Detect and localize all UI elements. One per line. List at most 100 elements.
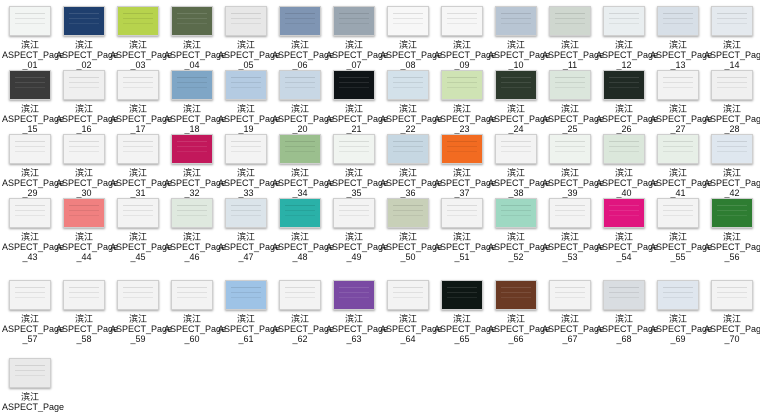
file-thumbnail[interactable]	[549, 280, 591, 310]
file-item[interactable]: 滨江 ASPECT_Page _66	[488, 276, 550, 344]
file-thumbnail[interactable]	[441, 6, 483, 36]
file-thumbnail[interactable]	[171, 6, 213, 36]
file-item[interactable]: 滨江 ASPECT_Page _61	[218, 276, 280, 344]
file-item[interactable]: 滨江 ASPECT_Page _16	[56, 66, 118, 134]
file-thumbnail[interactable]	[279, 280, 321, 310]
file-thumbnail[interactable]	[657, 198, 699, 228]
file-item[interactable]: 滨江 ASPECT_Page _39	[542, 130, 604, 198]
file-item[interactable]: 滨江 ASPECT_Page _37	[434, 130, 496, 198]
file-item[interactable]: 滨江 ASPECT_Page	[2, 354, 64, 412]
file-item[interactable]: 滨江 ASPECT_Page _47	[218, 194, 280, 262]
file-item[interactable]: 滨江 ASPECT_Page _13	[650, 2, 712, 70]
file-thumbnail[interactable]	[711, 198, 753, 228]
file-item[interactable]: 滨江 ASPECT_Page _62	[272, 276, 334, 344]
file-item[interactable]: 滨江 ASPECT_Page _45	[110, 194, 172, 262]
file-thumbnail[interactable]	[171, 70, 213, 100]
file-thumbnail[interactable]	[9, 134, 51, 164]
file-item[interactable]: 滨江 ASPECT_Page _52	[488, 194, 550, 262]
file-thumbnail[interactable]	[657, 6, 699, 36]
file-item[interactable]: 滨江 ASPECT_Page _04	[164, 2, 226, 70]
file-thumbnail[interactable]	[171, 134, 213, 164]
file-item[interactable]: 滨江 ASPECT_Page _65	[434, 276, 496, 344]
file-thumbnail[interactable]	[603, 70, 645, 100]
file-thumbnail[interactable]	[549, 198, 591, 228]
file-thumbnail[interactable]	[279, 198, 321, 228]
file-thumbnail[interactable]	[603, 280, 645, 310]
file-item[interactable]: 滨江 ASPECT_Page _35	[326, 130, 388, 198]
file-item[interactable]: 滨江 ASPECT_Page _18	[164, 66, 226, 134]
file-item[interactable]: 滨江 ASPECT_Page _67	[542, 276, 604, 344]
file-item[interactable]: 滨江 ASPECT_Page _69	[650, 276, 712, 344]
file-item[interactable]: 滨江 ASPECT_Page _46	[164, 194, 226, 262]
file-thumbnail[interactable]	[657, 134, 699, 164]
file-item[interactable]: 滨江 ASPECT_Page _19	[218, 66, 280, 134]
file-item[interactable]: 滨江 ASPECT_Page _14	[704, 2, 760, 70]
file-thumbnail[interactable]	[225, 280, 267, 310]
file-item[interactable]: 滨江 ASPECT_Page _22	[380, 66, 442, 134]
file-item[interactable]: 滨江 ASPECT_Page _57	[2, 276, 64, 344]
file-item[interactable]: 滨江 ASPECT_Page _38	[488, 130, 550, 198]
file-thumbnail[interactable]	[63, 6, 105, 36]
file-item[interactable]: 滨江 ASPECT_Page _64	[380, 276, 442, 344]
file-thumbnail[interactable]	[9, 198, 51, 228]
file-thumbnail[interactable]	[549, 134, 591, 164]
file-thumbnail[interactable]	[63, 70, 105, 100]
file-item[interactable]: 滨江 ASPECT_Page _31	[110, 130, 172, 198]
file-item[interactable]: 滨江 ASPECT_Page _48	[272, 194, 334, 262]
file-item[interactable]: 滨江 ASPECT_Page _10	[488, 2, 550, 70]
file-item[interactable]: 滨江 ASPECT_Page _01	[2, 2, 64, 70]
file-thumbnail[interactable]	[117, 6, 159, 36]
file-item[interactable]: 滨江 ASPECT_Page _25	[542, 66, 604, 134]
file-item[interactable]: 滨江 ASPECT_Page _49	[326, 194, 388, 262]
file-item[interactable]: 滨江 ASPECT_Page _11	[542, 2, 604, 70]
file-item[interactable]: 滨江 ASPECT_Page _58	[56, 276, 118, 344]
file-item[interactable]: 滨江 ASPECT_Page _53	[542, 194, 604, 262]
file-thumbnail[interactable]	[117, 280, 159, 310]
file-thumbnail[interactable]	[171, 198, 213, 228]
file-item[interactable]: 滨江 ASPECT_Page _70	[704, 276, 760, 344]
file-item[interactable]: 滨江 ASPECT_Page _56	[704, 194, 760, 262]
file-item[interactable]: 滨江 ASPECT_Page _06	[272, 2, 334, 70]
file-item[interactable]: 滨江 ASPECT_Page _02	[56, 2, 118, 70]
file-thumbnail[interactable]	[387, 280, 429, 310]
file-thumbnail[interactable]	[657, 70, 699, 100]
file-thumbnail[interactable]	[603, 134, 645, 164]
file-item[interactable]: 滨江 ASPECT_Page _20	[272, 66, 334, 134]
file-thumbnail[interactable]	[441, 198, 483, 228]
file-item[interactable]: 滨江 ASPECT_Page _55	[650, 194, 712, 262]
file-item[interactable]: 滨江 ASPECT_Page _68	[596, 276, 658, 344]
file-thumbnail[interactable]	[279, 70, 321, 100]
file-thumbnail[interactable]	[657, 280, 699, 310]
file-thumbnail[interactable]	[333, 280, 375, 310]
file-item[interactable]: 滨江 ASPECT_Page _42	[704, 130, 760, 198]
file-thumbnail[interactable]	[333, 70, 375, 100]
file-thumbnail[interactable]	[441, 134, 483, 164]
file-thumbnail[interactable]	[171, 280, 213, 310]
file-item[interactable]: 滨江 ASPECT_Page _59	[110, 276, 172, 344]
file-thumbnail[interactable]	[495, 70, 537, 100]
file-thumbnail[interactable]	[441, 280, 483, 310]
file-item[interactable]: 滨江 ASPECT_Page _40	[596, 130, 658, 198]
file-thumbnail[interactable]	[117, 134, 159, 164]
file-item[interactable]: 滨江 ASPECT_Page _29	[2, 130, 64, 198]
file-thumbnail[interactable]	[9, 70, 51, 100]
file-item[interactable]: 滨江 ASPECT_Page _09	[434, 2, 496, 70]
file-thumbnail[interactable]	[333, 134, 375, 164]
file-item[interactable]: 滨江 ASPECT_Page _50	[380, 194, 442, 262]
file-thumbnail[interactable]	[225, 134, 267, 164]
file-thumbnail[interactable]	[63, 134, 105, 164]
file-thumbnail[interactable]	[549, 6, 591, 36]
file-thumbnail[interactable]	[333, 198, 375, 228]
file-item[interactable]: 滨江 ASPECT_Page _07	[326, 2, 388, 70]
file-thumbnail[interactable]	[117, 70, 159, 100]
file-thumbnail[interactable]	[63, 280, 105, 310]
file-thumbnail[interactable]	[711, 70, 753, 100]
file-thumbnail[interactable]	[441, 70, 483, 100]
file-thumbnail[interactable]	[9, 280, 51, 310]
file-thumbnail[interactable]	[387, 6, 429, 36]
file-item[interactable]: 滨江 ASPECT_Page _60	[164, 276, 226, 344]
file-item[interactable]: 滨江 ASPECT_Page _27	[650, 66, 712, 134]
file-thumbnail[interactable]	[333, 6, 375, 36]
file-item[interactable]: 滨江 ASPECT_Page _34	[272, 130, 334, 198]
file-thumbnail[interactable]	[711, 280, 753, 310]
